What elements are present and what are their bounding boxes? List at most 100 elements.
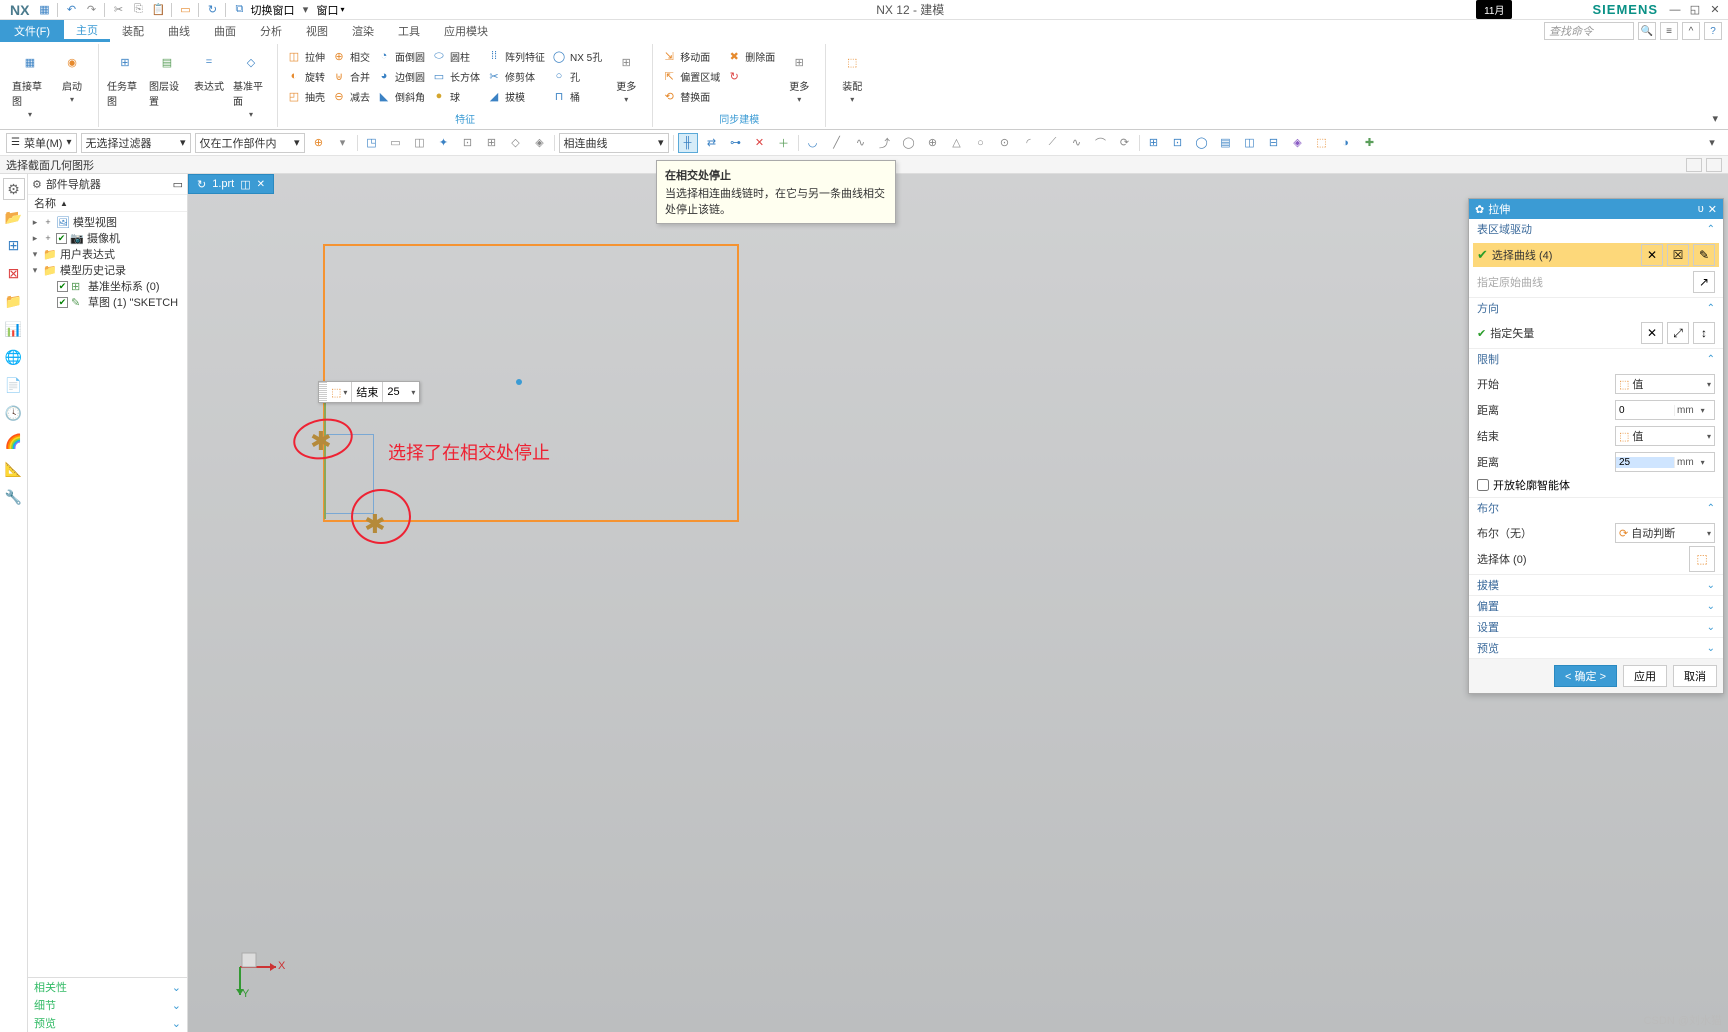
- part-navigator-icon[interactable]: 📂: [3, 206, 25, 228]
- end-select[interactable]: ⬚值▾: [1615, 426, 1715, 446]
- tb-icon-6[interactable]: ✦: [434, 133, 454, 153]
- hd3d-icon[interactable]: 📊: [3, 318, 25, 340]
- paste-icon[interactable]: 📋: [149, 1, 167, 19]
- browser-icon[interactable]: 🌐: [3, 346, 25, 368]
- tree-item-sketch[interactable]: ✔✎草图 (1) "SKETCH: [30, 294, 185, 310]
- tb-icon-34[interactable]: ◫: [1240, 133, 1260, 153]
- copy-icon[interactable]: ⎘: [129, 1, 147, 19]
- redo-icon[interactable]: ↷: [82, 1, 100, 19]
- tool-icon[interactable]: 🔧: [3, 486, 25, 508]
- draft-button[interactable]: ◢拔模: [484, 86, 547, 106]
- command-search[interactable]: 查找命令: [1544, 22, 1634, 40]
- start-distance-input[interactable]: mm▾: [1615, 400, 1715, 420]
- open-smart-row[interactable]: 开放轮廓智能体: [1477, 477, 1715, 493]
- file-menu[interactable]: 文件(F): [0, 20, 64, 42]
- expression-button[interactable]: =表达式: [189, 46, 229, 121]
- scope-dropdown[interactable]: 仅在工作部件内▾: [195, 133, 305, 153]
- tb-icon-37[interactable]: ⬚: [1312, 133, 1332, 153]
- select-body-icon[interactable]: ⬚: [1689, 546, 1715, 572]
- groove-button[interactable]: ⊓桶: [549, 86, 604, 106]
- tb-icon-21[interactable]: ⊕: [923, 133, 943, 153]
- datum-plane-button[interactable]: ◇基准平面▾: [231, 46, 271, 121]
- orig-curve-icon[interactable]: ↗: [1693, 271, 1715, 293]
- end-distance-input[interactable]: mm▾: [1615, 452, 1715, 472]
- section-region-header[interactable]: 表区域驱动⌃: [1469, 219, 1723, 239]
- window-menu-label[interactable]: 窗口: [316, 2, 338, 18]
- curve-icon[interactable]: ☒: [1667, 244, 1689, 266]
- revolve-button[interactable]: ◐旋转: [284, 66, 327, 86]
- dynamic-input-bar[interactable]: ⬚▾ 结束 25▾: [318, 381, 420, 403]
- section-boolean-header[interactable]: 布尔⌃: [1469, 498, 1723, 518]
- footer-dependency[interactable]: 相关性⌄: [28, 978, 187, 996]
- tb-icon-38[interactable]: ◑: [1336, 133, 1356, 153]
- assy-navigator-icon[interactable]: ⊞: [3, 234, 25, 256]
- help-icon[interactable]: ?: [1704, 22, 1722, 40]
- tb-icon-35[interactable]: ⊟: [1264, 133, 1284, 153]
- tb-icon-30[interactable]: ⊞: [1144, 133, 1164, 153]
- tree-item-model-views[interactable]: ▸+🖼模型视图: [30, 214, 185, 230]
- tb-icon-9[interactable]: ◇: [506, 133, 526, 153]
- replace-face-button[interactable]: ⟲替换面: [659, 86, 722, 106]
- search-icon[interactable]: 🔍: [1638, 22, 1656, 40]
- start-select[interactable]: ⬚值▾: [1615, 374, 1715, 394]
- recent-icon[interactable]: ≡: [1660, 22, 1678, 40]
- section-limit-header[interactable]: 限制⌃: [1469, 349, 1723, 369]
- gear-icon[interactable]: ⚙: [3, 178, 25, 200]
- cancel-button[interactable]: 取消: [1673, 665, 1717, 687]
- repeat-icon[interactable]: ↻: [203, 1, 221, 19]
- minimize-ribbon-icon[interactable]: ^: [1682, 22, 1700, 40]
- sketch-icon[interactable]: ✎: [1693, 244, 1715, 266]
- touch-icon[interactable]: ▭: [176, 1, 194, 19]
- tree-item-history[interactable]: ▾📁模型历史记录: [30, 262, 185, 278]
- chamfer-button[interactable]: ◣倒斜角: [374, 86, 427, 106]
- tab-curve[interactable]: 曲线: [156, 20, 202, 42]
- boolean-select[interactable]: ⟳自动判断▾: [1615, 523, 1715, 543]
- tb-icon-25[interactable]: ◜: [1019, 133, 1039, 153]
- cut-icon[interactable]: ✂: [109, 1, 127, 19]
- trim-body-button[interactable]: ✂修剪体: [484, 66, 547, 86]
- tab-render[interactable]: 渲染: [340, 20, 386, 42]
- measure-icon[interactable]: 📐: [3, 458, 25, 480]
- task-sketch-button[interactable]: ⊞任务草图: [105, 46, 145, 121]
- tb-icon-27[interactable]: ∿: [1067, 133, 1087, 153]
- status-btn-1[interactable]: [1686, 158, 1702, 172]
- handle-icon-seg[interactable]: ⬚▾: [327, 382, 352, 402]
- vector-inferred-icon[interactable]: ⤢: [1667, 322, 1689, 344]
- pin-icon[interactable]: ▭: [173, 178, 183, 191]
- grip-icon[interactable]: [319, 382, 327, 402]
- apply-button[interactable]: 应用: [1623, 665, 1667, 687]
- cylinder-button[interactable]: ⬭圆柱: [429, 46, 482, 66]
- footer-detail[interactable]: 细节⌄: [28, 996, 187, 1014]
- ok-button[interactable]: < 确定 >: [1554, 665, 1617, 687]
- extrude-button[interactable]: ◫拉伸: [284, 46, 327, 66]
- sketch-section-icon[interactable]: ✕: [1641, 244, 1663, 266]
- save-icon[interactable]: ▦: [35, 1, 53, 19]
- gear-icon[interactable]: ⚙: [32, 178, 42, 191]
- clock-icon[interactable]: 🕓: [3, 402, 25, 424]
- tb-icon-33[interactable]: ▤: [1216, 133, 1236, 153]
- section-direction-header[interactable]: 方向⌃: [1469, 298, 1723, 318]
- tb-icon-28[interactable]: ⌒: [1091, 133, 1111, 153]
- unite-button[interactable]: ⊎合并: [329, 66, 372, 86]
- start-button[interactable]: ◉启动▾: [52, 46, 92, 121]
- status-btn-2[interactable]: [1706, 158, 1722, 172]
- dialog-titlebar[interactable]: ✿ 拉伸 υ ✕: [1469, 199, 1723, 219]
- subtract-button[interactable]: ⊖减去: [329, 86, 372, 106]
- specify-vector-row[interactable]: ✔ 指定矢量 ✕ ⤢ ↕: [1477, 322, 1715, 344]
- section-settings-header[interactable]: 设置⌄: [1469, 617, 1723, 637]
- section-draft-header[interactable]: 拔模⌄: [1469, 575, 1723, 595]
- tree-item-datum-csys[interactable]: ✔⊞基准坐标系 (0): [30, 278, 185, 294]
- tb-icon-3[interactable]: ◳: [362, 133, 382, 153]
- close-button[interactable]: ✕: [1706, 2, 1724, 18]
- tab-tools[interactable]: 工具: [386, 20, 432, 42]
- tab-application[interactable]: 应用模块: [432, 20, 500, 42]
- tb-icon-20[interactable]: ◯: [899, 133, 919, 153]
- window-menu-icon[interactable]: ▾: [296, 1, 314, 19]
- restore-button[interactable]: ◱: [1686, 2, 1704, 18]
- tb-icon-32[interactable]: ◯: [1192, 133, 1212, 153]
- section-offset-header[interactable]: 偏置⌄: [1469, 596, 1723, 616]
- tb-icon-7[interactable]: ⊡: [458, 133, 478, 153]
- end-value-seg[interactable]: 25▾: [383, 382, 419, 402]
- tab-home[interactable]: 主页: [64, 20, 110, 42]
- layer-settings-button[interactable]: ▤图层设置: [147, 46, 187, 121]
